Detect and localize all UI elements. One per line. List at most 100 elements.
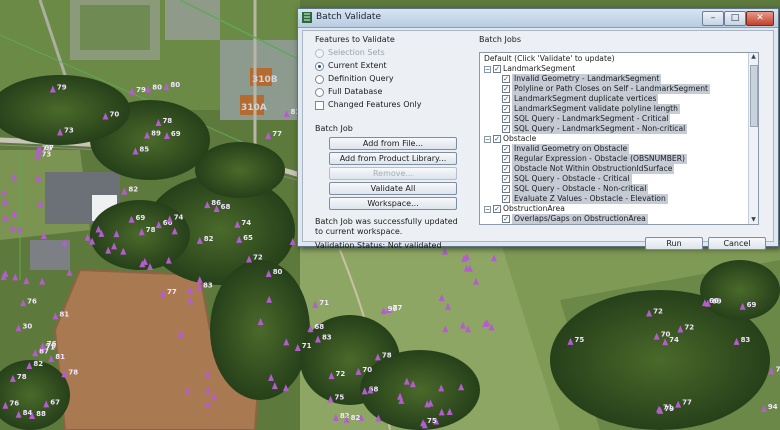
tree-group-label: ObstructionArea	[503, 204, 565, 213]
current-extent-radio[interactable]	[315, 62, 324, 71]
tree-item-label: Invalid Geometry on Obstacle	[512, 144, 630, 154]
item-checkbox[interactable]: ✓	[502, 215, 510, 223]
tree-item-label: Overlaps/Gaps on ObstructionArea	[512, 214, 648, 224]
batch-job-message: Batch Job was successfully updated to cu…	[315, 217, 458, 236]
tree-root-label: Default (Click 'Validate' to update)	[484, 54, 615, 63]
selection-sets-label: Selection Sets	[328, 48, 385, 57]
item-checkbox[interactable]: ✓	[502, 85, 510, 93]
obstacle-label: 75	[427, 417, 437, 425]
batch-jobs-tree[interactable]: Default (Click 'Validate' to update) − ✓ L…	[479, 52, 759, 225]
changed-features-checkbox[interactable]	[315, 101, 324, 110]
collapse-icon[interactable]: −	[484, 66, 491, 73]
obstacle-label: 76	[27, 297, 37, 305]
scroll-thumb[interactable]	[750, 65, 758, 127]
item-checkbox[interactable]: ✓	[502, 105, 510, 113]
full-database-radio[interactable]	[315, 88, 324, 97]
tree-item-label: SQL Query - LandmarkSegment - Critical	[512, 114, 671, 124]
batch-validate-dialog: Batch Validate – □ ✕ Features to Validat…	[297, 8, 779, 250]
scroll-up-icon[interactable]: ▲	[750, 53, 757, 61]
obstacle-label: 71	[302, 342, 312, 350]
item-checkbox[interactable]: ✓	[502, 145, 510, 153]
obstacle-label: 88	[36, 410, 46, 418]
remove-button[interactable]: Remove...	[329, 167, 457, 180]
obstacle-label: 82	[340, 412, 350, 420]
obstacle-label: 81	[55, 353, 65, 361]
obstacle-label: 72	[684, 324, 694, 332]
selection-sets-radio	[315, 49, 324, 58]
dialog-body: Features to Validate Selection Sets Curr…	[302, 30, 774, 250]
tree-item-label: LandmarkSegment validate polyline length	[512, 104, 680, 114]
validate-all-button[interactable]: Validate All	[329, 182, 457, 195]
obstacle-label: 65	[243, 234, 253, 242]
obstacle-label: 78	[162, 117, 172, 125]
obstacle-label: 78	[68, 368, 78, 376]
obstacle-label: 83	[203, 281, 213, 289]
tree-item-label: SQL Query - LandmarkSegment - Non-critic…	[512, 124, 688, 134]
obstacle-label: 71	[663, 404, 673, 412]
building-label-310b: 310B	[252, 75, 278, 85]
group-checkbox[interactable]: ✓	[493, 65, 501, 73]
batch-validate-icon	[302, 12, 312, 23]
obstacle-label: 70	[661, 331, 671, 339]
add-from-file-button[interactable]: Add from File...	[329, 137, 457, 150]
definition-query-label: Definition Query	[328, 74, 394, 83]
workspace-button[interactable]: Workspace...	[329, 197, 457, 210]
add-from-product-library-button[interactable]: Add from Product Library...	[329, 152, 457, 165]
definition-query-radio[interactable]	[315, 75, 324, 84]
cancel-button[interactable]: Cancel	[708, 237, 766, 250]
obstacle-label: 77	[776, 365, 780, 373]
collapse-icon[interactable]: −	[484, 206, 491, 213]
obstacle-label: 69	[747, 301, 757, 309]
obstacle-label: 82	[128, 186, 138, 194]
obstacle-label: 83	[741, 336, 751, 344]
group-checkbox[interactable]: ✓	[493, 135, 501, 143]
tree-item-label: LandmarkSegment duplicate vertices	[512, 94, 659, 104]
tree-item-label: Polyline or Path Closes on Self - Landma…	[512, 84, 710, 94]
full-database-label: Full Database	[328, 87, 383, 96]
item-checkbox[interactable]: ✓	[502, 165, 510, 173]
obstacle-label: 78	[17, 373, 27, 381]
obstacle-label: 66	[709, 297, 719, 305]
obstacle-label: 77	[272, 130, 282, 138]
item-checkbox[interactable]: ✓	[502, 95, 510, 103]
tree-scrollbar[interactable]: ▲ ▼	[748, 53, 758, 224]
item-checkbox[interactable]: ✓	[502, 175, 510, 183]
collapse-icon[interactable]: −	[484, 136, 491, 143]
obstacle-label: 79	[136, 86, 146, 94]
obstacle-label: 75	[574, 336, 584, 344]
obstacle-label: 73	[64, 126, 74, 134]
obstacle-label: 77	[682, 399, 692, 407]
item-checkbox[interactable]: ✓	[502, 155, 510, 163]
item-checkbox[interactable]: ✓	[502, 125, 510, 133]
obstacle-label: 69	[171, 130, 181, 138]
obstacle-label: 68	[221, 203, 231, 211]
obstacle-label: 89	[151, 129, 161, 137]
obstacle-label: 80	[152, 84, 162, 92]
building-label-310a: 310A	[241, 103, 267, 113]
scroll-down-icon[interactable]: ▼	[750, 216, 757, 224]
title-bar[interactable]: Batch Validate – □ ✕	[298, 9, 778, 28]
obstacle-label: 79	[57, 84, 67, 92]
obstacle-label: 82	[204, 235, 214, 243]
validation-status: Validation Status: Not validated	[315, 241, 442, 250]
features-group-label: Features to Validate	[315, 35, 395, 44]
item-checkbox[interactable]: ✓	[502, 115, 510, 123]
tree-group-label: Obstacle	[503, 134, 537, 143]
minimize-button[interactable]: –	[702, 11, 724, 26]
maximize-button[interactable]: □	[724, 11, 746, 26]
obstacle-label: 78	[146, 226, 156, 234]
obstacle-label: 67	[50, 398, 60, 406]
item-checkbox[interactable]: ✓	[502, 195, 510, 203]
item-checkbox[interactable]: ✓	[502, 185, 510, 193]
obstacle-label: 77	[167, 288, 177, 296]
item-checkbox[interactable]: ✓	[502, 75, 510, 83]
run-button[interactable]: Run	[645, 237, 703, 250]
obstacle-label: 72	[253, 253, 263, 261]
close-button[interactable]: ✕	[746, 11, 774, 26]
group-checkbox[interactable]: ✓	[493, 205, 501, 213]
obstacle-label: 74	[174, 213, 184, 221]
tree-item-label: Regular Expression - Obstacle (OBSNUMBER…	[512, 154, 687, 164]
current-extent-label: Current Extent	[328, 61, 387, 70]
obstacle-label: 83	[322, 334, 332, 342]
tree-item-label: SQL Query - Obstacle - Critical	[512, 174, 632, 184]
